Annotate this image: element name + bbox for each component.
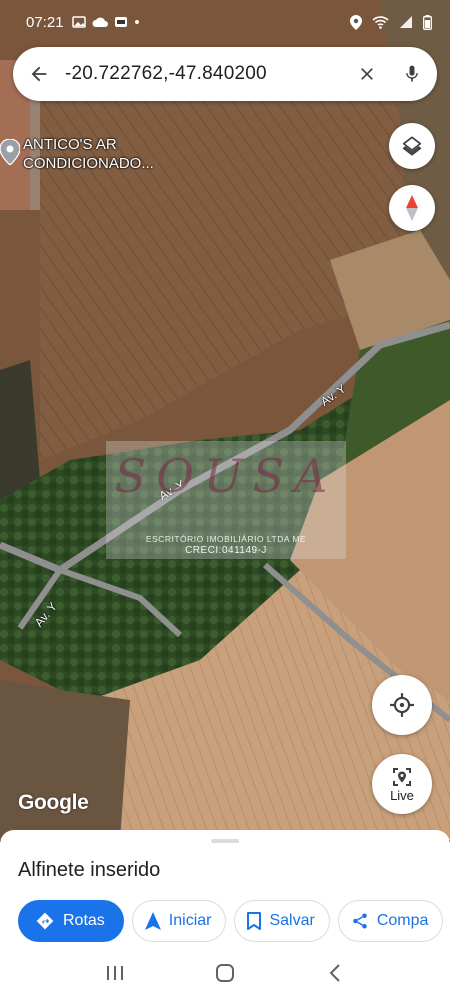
crosshair-icon: [390, 693, 414, 717]
poi-label[interactable]: ANTICO'S AR CONDICIONADO...: [0, 135, 163, 173]
chevron-left-icon: [329, 964, 340, 982]
live-view-button[interactable]: Live: [372, 754, 432, 814]
app-icon: [114, 17, 127, 27]
bookmark-icon: [247, 912, 262, 930]
location-icon: [350, 14, 362, 30]
system-nav-bar: [0, 946, 450, 1000]
clear-button[interactable]: [347, 47, 387, 101]
recent-apps-button[interactable]: [95, 953, 135, 993]
my-location-button[interactable]: [372, 675, 432, 735]
live-view-icon: [393, 768, 411, 786]
arrow-back-icon: [31, 66, 47, 82]
watermark-logo: SOUSA: [114, 449, 338, 503]
search-bar: [13, 47, 437, 101]
image-icon: [71, 16, 86, 28]
directions-label: Rotas: [63, 912, 105, 929]
mic-icon: [406, 65, 418, 82]
save-label: Salvar: [269, 912, 315, 929]
sousa-watermark: SOUSA ESCRITÓRIO IMOBILIÁRIO LTDA ME CRE…: [106, 441, 346, 559]
poi-name: ANTICO'S AR CONDICIONADO...: [23, 136, 154, 172]
watermark-creci: CRECI:041149-J: [185, 545, 267, 556]
watermark-subtitle: ESCRITÓRIO IMOBILIÁRIO LTDA ME: [145, 534, 307, 544]
status-bar: 07:21: [0, 0, 450, 44]
layers-button[interactable]: [389, 123, 435, 169]
signal-icon: [400, 16, 412, 28]
share-label: Compa: [376, 912, 429, 929]
recent-apps-icon: [107, 966, 123, 980]
status-time: 07:21: [26, 13, 64, 31]
close-icon: [361, 68, 373, 80]
home-button[interactable]: [205, 953, 245, 993]
back-button[interactable]: [13, 47, 65, 101]
dot-icon: [134, 20, 139, 24]
action-chips: Rotas Iniciar Salvar Compa: [18, 900, 450, 942]
place-title: Alfinete inserido: [18, 859, 161, 881]
cloud-icon: [92, 17, 108, 27]
google-logo: Google: [18, 791, 89, 814]
voice-search-button[interactable]: [387, 47, 437, 101]
compass-button[interactable]: [389, 185, 435, 231]
start-button[interactable]: Iniciar: [131, 900, 227, 942]
home-icon: [216, 964, 234, 982]
navigation-icon: [144, 912, 161, 930]
directions-button[interactable]: Rotas: [18, 900, 124, 942]
directions-icon: [36, 912, 54, 930]
save-button[interactable]: Salvar: [234, 900, 330, 942]
live-label: Live: [390, 788, 414, 803]
sheet-drag-handle[interactable]: [211, 839, 239, 843]
place-pin-icon: [0, 139, 20, 165]
layers-icon: [402, 136, 422, 156]
search-input[interactable]: [65, 63, 347, 85]
start-label: Iniciar: [168, 912, 212, 929]
wifi-icon: [372, 16, 389, 29]
battery-icon: [423, 14, 432, 30]
share-button[interactable]: Compa: [337, 900, 444, 942]
compass-icon: [406, 195, 418, 221]
share-icon: [353, 913, 367, 929]
back-nav-button[interactable]: [315, 953, 355, 993]
